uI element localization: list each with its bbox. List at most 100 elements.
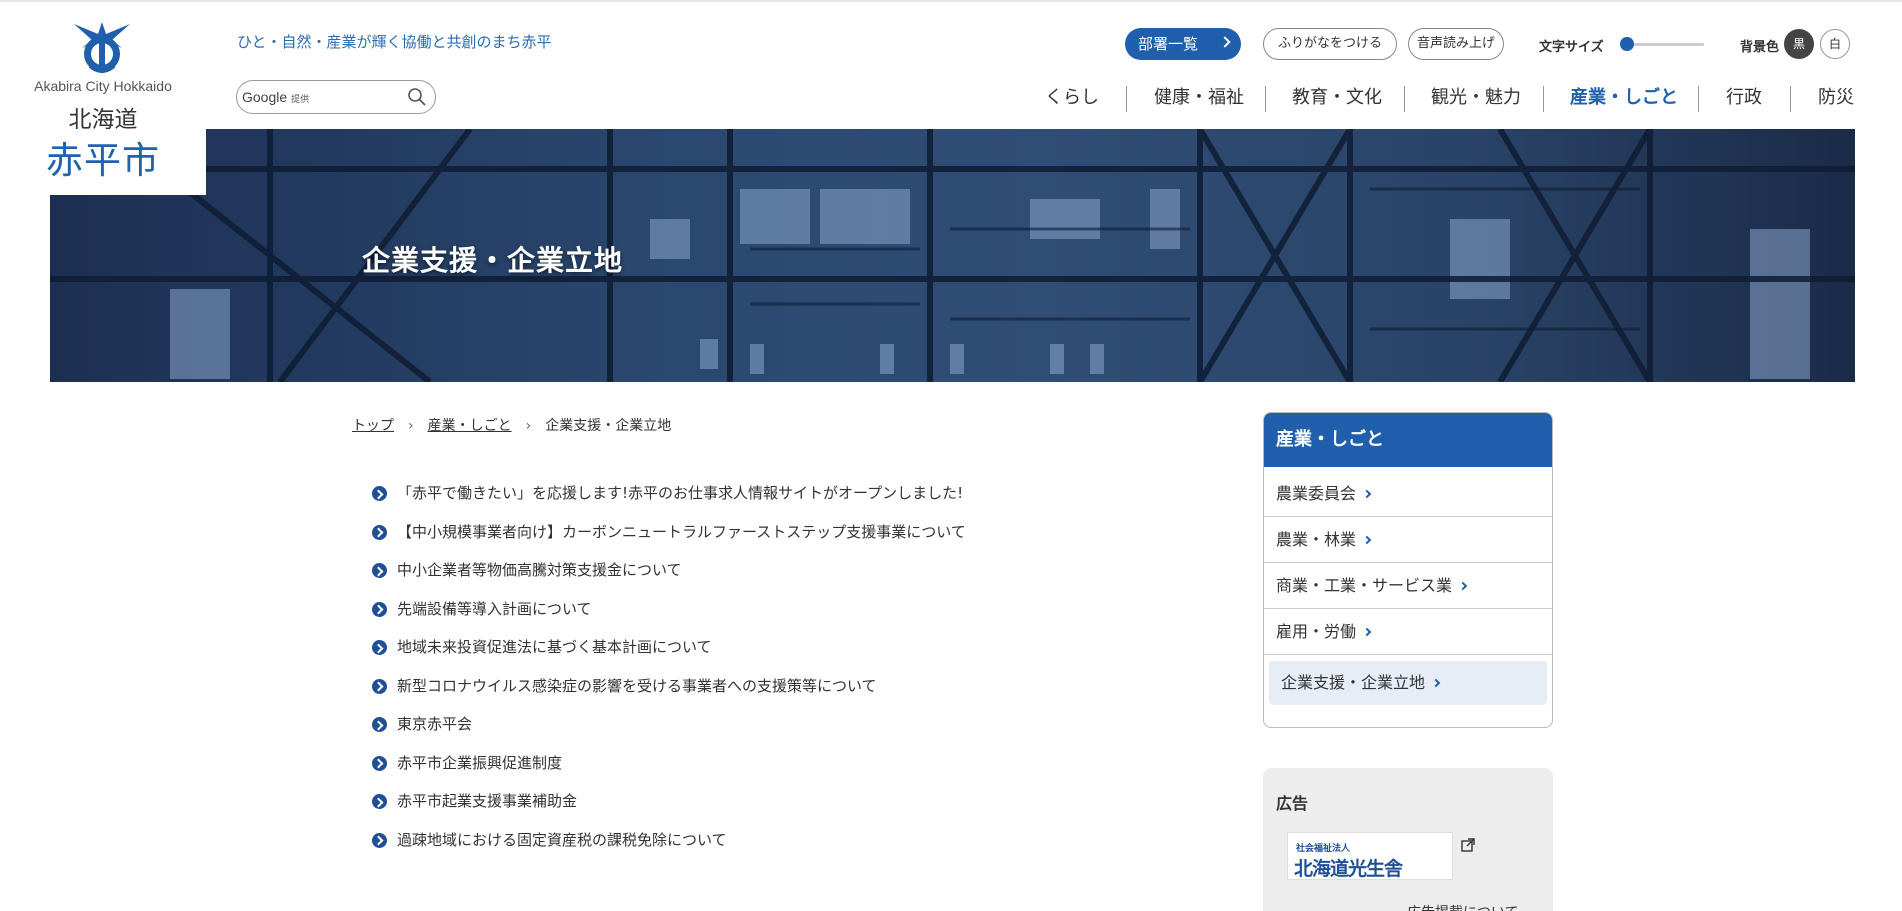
list-item-link[interactable]: 東京赤平会 bbox=[397, 715, 472, 733]
side-item-label: 農業・林業 bbox=[1276, 530, 1357, 549]
list-item-link[interactable]: 中小企業者等物価高騰対策支援金について bbox=[397, 561, 682, 579]
nav-item-industry[interactable]: 産業・しごと bbox=[1570, 84, 1678, 112]
list-item[interactable]: 新型コロナウイルス感染症の影響を受ける事業者への支援策等について bbox=[372, 673, 1132, 712]
external-link-icon bbox=[1461, 838, 1475, 852]
font-size-label: 文字サイズ bbox=[1539, 40, 1604, 55]
ad-banner-name: 北海道光生舎 bbox=[1294, 858, 1403, 880]
list-item[interactable]: 東京赤平会 bbox=[372, 711, 1132, 750]
nav-item-disaster[interactable]: 防災 bbox=[1818, 84, 1854, 112]
arrow-circle-icon bbox=[372, 640, 387, 655]
ad-title: 広告 bbox=[1276, 794, 1309, 813]
list-item-link[interactable]: 新型コロナウイルス感染症の影響を受ける事業者への支援策等について bbox=[397, 677, 877, 695]
arrow-circle-icon bbox=[372, 486, 387, 501]
list-item[interactable]: 「赤平で働きたい」を応援します!赤平のお仕事求人情報サイトがオープンしました! bbox=[372, 480, 1132, 519]
breadcrumb: トップ › 産業・しごと › 企業支援・企業立地 bbox=[352, 415, 671, 435]
hero-industrial-image bbox=[50, 129, 1855, 382]
arrow-circle-icon bbox=[372, 563, 387, 578]
chevron-right-icon bbox=[1458, 581, 1468, 591]
side-item-commerce[interactable]: 商業・工業・サービス業 bbox=[1264, 563, 1552, 609]
list-item[interactable]: 【中小規模事業者向け】カーボンニュートラルファーストステップ支援事業について bbox=[372, 519, 1132, 558]
nav-item-kurashi[interactable]: くらし bbox=[1045, 84, 1099, 112]
chevron-right-icon bbox=[1431, 678, 1441, 688]
side-item-agri-committee[interactable]: 農業委員会 bbox=[1264, 471, 1552, 517]
global-nav: くらし 健康・福祉 教育・文化 観光・魅力 産業・しごと 行政 防災 bbox=[1016, 84, 1856, 116]
list-item-link[interactable]: 先端設備等導入計画について bbox=[397, 600, 592, 618]
side-item-business-support[interactable]: 企業支援・企業立地 bbox=[1264, 655, 1552, 705]
nav-divider bbox=[1698, 86, 1699, 112]
nav-item-health[interactable]: 健康・福祉 bbox=[1154, 84, 1244, 112]
search-icon[interactable] bbox=[407, 87, 427, 107]
logo-prefecture: 北海道 bbox=[68, 107, 138, 133]
furigana-button[interactable]: ふりがなをつける bbox=[1263, 28, 1397, 60]
hero-banner: 企業支援・企業立地 bbox=[50, 129, 1855, 382]
site-search-input[interactable]: Google 提供 bbox=[236, 80, 436, 114]
list-item[interactable]: 赤平市起業支援事業補助金 bbox=[372, 788, 1132, 827]
side-menu-title[interactable]: 産業・しごと bbox=[1264, 413, 1552, 467]
logo-english-name: Akabira City Hokkaido bbox=[34, 78, 172, 94]
arrow-circle-icon bbox=[372, 717, 387, 732]
list-item-link[interactable]: 赤平市起業支援事業補助金 bbox=[397, 792, 577, 810]
site-tagline: ひと・自然・産業が輝く協働と共創のまち赤平 bbox=[237, 33, 552, 51]
arrow-circle-icon bbox=[372, 794, 387, 809]
chevron-right-icon bbox=[1362, 489, 1372, 499]
arrow-circle-icon bbox=[372, 601, 387, 617]
bg-black-button[interactable]: 黒 bbox=[1784, 29, 1814, 59]
top-border bbox=[0, 0, 1902, 2]
ad-banner[interactable]: 社会福祉法人 北海道光生舎 bbox=[1287, 832, 1453, 880]
breadcrumb-current: 企業支援・企業立地 bbox=[545, 418, 672, 434]
breadcrumb-industry-link[interactable]: 産業・しごと bbox=[428, 418, 512, 434]
list-item[interactable]: 赤平市企業振興促進制度 bbox=[372, 750, 1132, 789]
list-item-link[interactable]: 【中小規模事業者向け】カーボンニュートラルファーストステップ支援事業について bbox=[397, 523, 966, 541]
side-item-label: 企業支援・企業立地 bbox=[1281, 673, 1426, 692]
nav-item-tourism[interactable]: 観光・魅力 bbox=[1431, 84, 1521, 112]
font-size-slider-knob[interactable] bbox=[1620, 37, 1634, 51]
departments-button[interactable]: 部署一覧 bbox=[1125, 28, 1241, 60]
page-title: 企業支援・企業立地 bbox=[362, 244, 624, 277]
list-item-link[interactable]: 過疎地域における固定資産税の課税免除について bbox=[397, 831, 727, 849]
chevron-right-icon bbox=[1362, 535, 1372, 545]
bg-white-button[interactable]: 白 bbox=[1820, 29, 1850, 59]
nav-divider bbox=[1404, 86, 1405, 112]
list-item-link[interactable]: 赤平市企業振興促進制度 bbox=[397, 754, 562, 772]
breadcrumb-separator: › bbox=[525, 418, 532, 434]
nav-item-government[interactable]: 行政 bbox=[1726, 84, 1762, 112]
search-provided: 提供 bbox=[291, 94, 310, 104]
city-emblem-icon bbox=[74, 22, 130, 73]
nav-divider bbox=[1126, 86, 1127, 112]
breadcrumb-separator: › bbox=[408, 418, 414, 434]
read-aloud-button[interactable]: 音声読み上げ bbox=[1408, 28, 1504, 60]
side-item-agri-forestry[interactable]: 農業・林業 bbox=[1264, 517, 1552, 563]
arrow-circle-icon bbox=[372, 678, 387, 694]
search-brand: Google 提供 bbox=[242, 89, 309, 105]
side-item-label: 商業・工業・サービス業 bbox=[1276, 576, 1453, 595]
nav-divider bbox=[1543, 86, 1544, 112]
site-logo[interactable]: Akabira City Hokkaido 北海道 赤平市 bbox=[0, 2, 206, 195]
nav-item-education[interactable]: 教育・文化 bbox=[1292, 84, 1382, 112]
list-item[interactable]: 中小企業者等物価高騰対策支援金について bbox=[372, 557, 1132, 596]
bg-color-label: 背景色 bbox=[1740, 40, 1780, 55]
side-item-employment[interactable]: 雇用・労働 bbox=[1264, 609, 1552, 655]
search-brand-name: Google bbox=[242, 89, 288, 105]
ad-banner-subtitle: 社会福祉法人 bbox=[1296, 844, 1351, 854]
article-link-list: 「赤平で働きたい」を応援します!赤平のお仕事求人情報サイトがオープンしました! … bbox=[372, 480, 1132, 865]
chevron-right-icon bbox=[1362, 627, 1372, 637]
list-item-link[interactable]: 「赤平で働きたい」を応援します!赤平のお仕事求人情報サイトがオープンしました! bbox=[397, 484, 963, 502]
arrow-circle-icon bbox=[372, 832, 387, 848]
list-item[interactable]: 先端設備等導入計画について bbox=[372, 596, 1132, 635]
chevron-right-icon bbox=[1219, 36, 1231, 48]
list-item-link[interactable]: 地域未来投資促進法に基づく基本計画について bbox=[397, 638, 712, 656]
side-item-label: 農業委員会 bbox=[1276, 484, 1357, 503]
list-item[interactable]: 過疎地域における固定資産税の課税免除について bbox=[372, 827, 1132, 866]
side-menu: 産業・しごと 農業委員会 農業・林業 商業・工業・サービス業 雇用・労働 企業支… bbox=[1263, 412, 1553, 728]
side-item-current-highlight: 企業支援・企業立地 bbox=[1269, 661, 1547, 705]
arrow-circle-icon bbox=[372, 524, 387, 540]
side-item-label: 雇用・労働 bbox=[1276, 622, 1357, 641]
ad-info-link[interactable]: 広告掲載について bbox=[1407, 902, 1519, 911]
list-item[interactable]: 地域未来投資促進法に基づく基本計画について bbox=[372, 634, 1132, 673]
breadcrumb-top-link[interactable]: トップ bbox=[352, 418, 394, 434]
departments-label: 部署一覧 bbox=[1138, 35, 1199, 53]
font-size-slider[interactable] bbox=[1620, 37, 1704, 51]
nav-divider bbox=[1790, 86, 1791, 112]
logo-city-name: 赤平市 bbox=[46, 139, 160, 182]
arrow-circle-icon bbox=[372, 755, 387, 771]
